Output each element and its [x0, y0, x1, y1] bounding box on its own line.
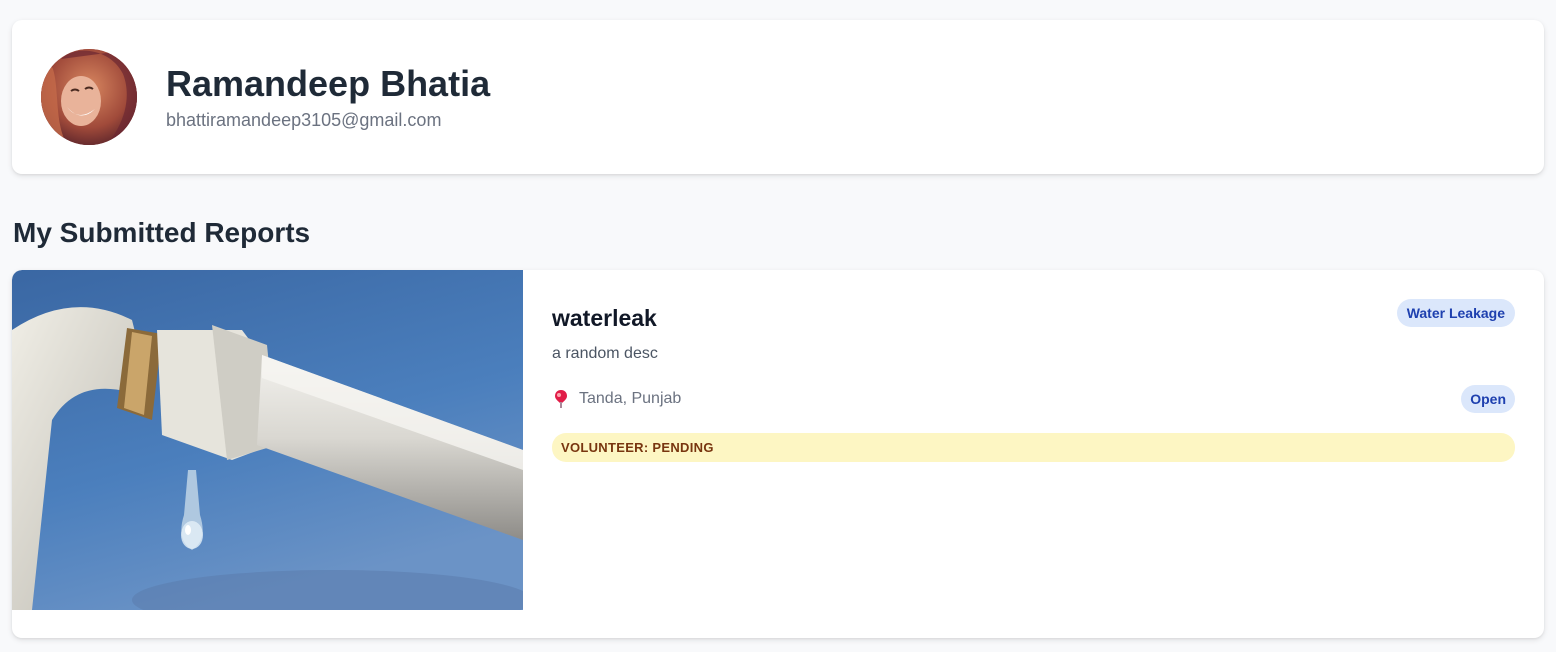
profile-card: Ramandeep Bhatia bhattiramandeep3105@gma…: [12, 20, 1544, 174]
leaking-pipe-photo-icon: [12, 270, 523, 610]
report-title[interactable]: waterleak: [552, 304, 657, 332]
report-image: [12, 270, 523, 610]
profile-name: Ramandeep Bhatia: [166, 63, 491, 104]
profile-email: bhattiramandeep3105@gmail.com: [166, 110, 442, 130]
profile-page: Ramandeep Bhatia bhattiramandeep3105@gma…: [0, 0, 1556, 652]
avatar[interactable]: [41, 49, 137, 145]
map-pin-icon: [555, 390, 567, 408]
volunteer-status-bar: VOLUNTEER: PENDING: [552, 433, 1515, 462]
avatar-photo-icon: [41, 49, 137, 145]
report-description: a random desc: [552, 345, 658, 362]
category-badge: Water Leakage: [1396, 299, 1515, 327]
report-card[interactable]: waterleak Water Leakage a random desc Ta…: [12, 270, 1544, 638]
location-text: Tanda, Punjab: [579, 390, 682, 407]
section-title: My Submitted Reports: [13, 217, 311, 248]
status-badge: Open: [1461, 385, 1515, 413]
report-location: Tanda, Punjab: [552, 388, 681, 410]
